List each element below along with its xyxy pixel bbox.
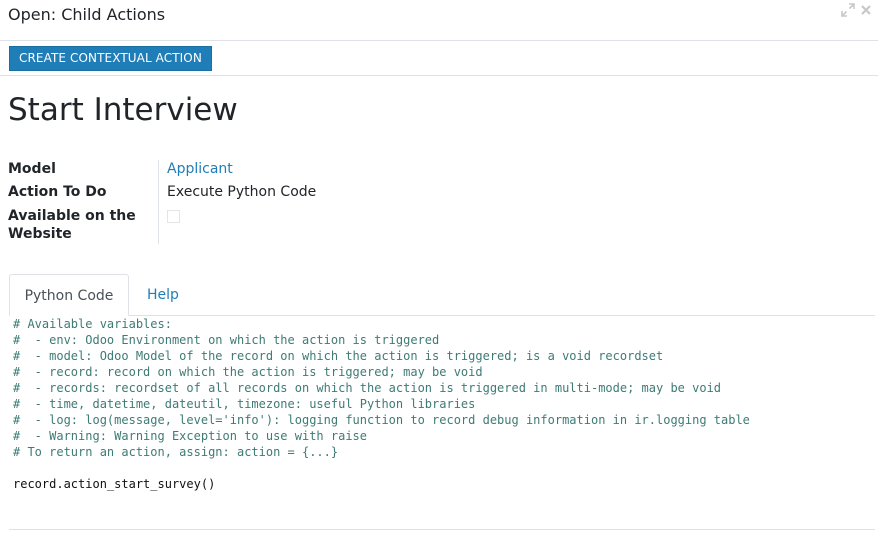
code-line: # To return an action, assign: action = …	[13, 445, 339, 459]
field-separator	[158, 160, 159, 244]
code-line: # - time, datetime, dateutil, timezone: …	[13, 397, 476, 411]
record-title: Start Interview	[8, 92, 238, 128]
available-on-website-checkbox[interactable]	[167, 210, 180, 223]
expand-arrows-icon[interactable]	[840, 2, 856, 18]
create-contextual-action-button[interactable]: CREATE CONTEXTUAL ACTION	[9, 46, 212, 71]
code-line: # - log: log(message, level='info'): log…	[13, 413, 750, 427]
code-line: record.action_start_survey()	[13, 477, 216, 491]
dialog-title: Open: Child Actions	[8, 5, 166, 24]
button-bar: CREATE CONTEXTUAL ACTION	[0, 41, 878, 76]
code-line: # - records: recordset of all records on…	[13, 381, 722, 395]
bottom-divider	[9, 529, 875, 530]
notebook-tabs: Python Code Help	[9, 274, 874, 316]
available-on-website-label: Available on the Website	[8, 208, 136, 242]
action-to-do-label: Action To Do	[8, 184, 107, 200]
code-line: # Available variables:	[13, 317, 172, 331]
tab-help[interactable]: Help	[132, 274, 194, 316]
close-icon[interactable]	[858, 2, 874, 18]
code-line: # - record: record on which the action i…	[13, 365, 483, 379]
dialog-header: Open: Child Actions	[0, 0, 878, 41]
code-line: # - env: Odoo Environment on which the a…	[13, 333, 440, 347]
model-link[interactable]: Applicant	[167, 160, 233, 178]
action-to-do-value[interactable]: Execute Python Code	[167, 183, 316, 201]
python-code-editor[interactable]: # Available variables: # - env: Odoo Envi…	[9, 316, 875, 496]
header-icons	[840, 2, 874, 18]
tab-python-code[interactable]: Python Code	[9, 274, 129, 316]
model-label: Model	[8, 161, 56, 177]
code-line: # - model: Odoo Model of the record on w…	[13, 349, 664, 363]
code-line: # - Warning: Warning Exception to use wi…	[13, 429, 368, 443]
